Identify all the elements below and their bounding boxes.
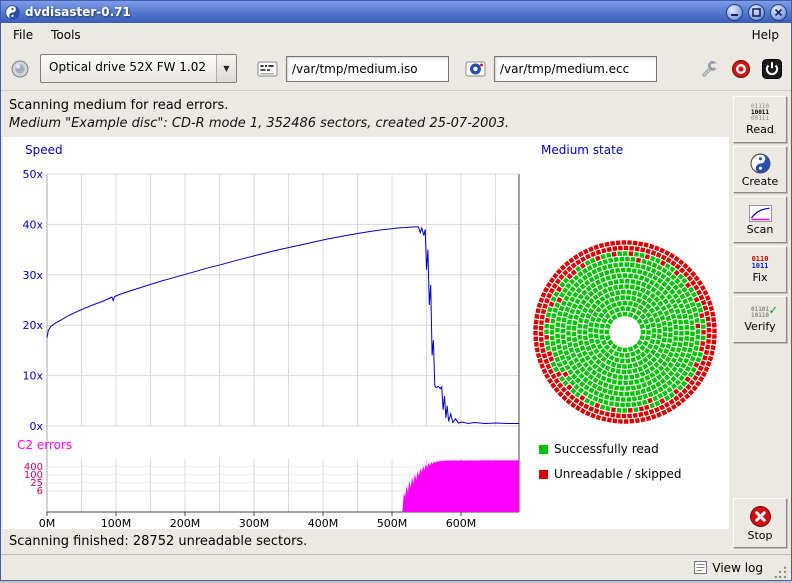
help-button[interactable]: [728, 56, 754, 82]
medium-state-disc: [533, 240, 716, 423]
stop-label: Stop: [747, 530, 772, 541]
wrench-icon: [699, 59, 720, 79]
binary-check-icon: 01101 10110 ✓: [751, 307, 769, 319]
legend-swatch: [539, 445, 548, 454]
svg-text:0M: 0M: [39, 517, 56, 529]
svg-text:300M: 300M: [239, 517, 270, 529]
svg-text:Medium state: Medium state: [541, 143, 623, 157]
fix-label: Fix: [752, 272, 767, 283]
colored-binary-icon: 0110 1011: [752, 256, 769, 270]
read-button[interactable]: 01110 10011 00111 Read: [733, 96, 787, 143]
scan-visualization-canvas: 0M 100M 200M 300M 400M 500M 600M 0x 10x 20x 30x 40x…: [3, 137, 729, 529]
lifesaver-icon: [731, 59, 751, 79]
svg-text:400: 400: [24, 462, 43, 473]
yinyang-icon: [750, 153, 771, 174]
action-sidebar: 01110 10011 00111 Read Create: [729, 91, 791, 554]
scan-result-text: Scanning finished: 28752 unreadable sect…: [1, 529, 729, 554]
svg-text:200M: 200M: [170, 517, 201, 529]
svg-text:50x: 50x: [22, 168, 43, 181]
c2-errors-area: [402, 460, 519, 512]
scan-button[interactable]: Scan: [733, 196, 787, 243]
svg-text:600M: 600M: [446, 517, 477, 529]
drive-status-icon: [7, 56, 33, 82]
log-icon: [694, 561, 707, 574]
create-label: Create: [742, 176, 779, 187]
window-title: dvdisaster-0.71: [25, 5, 721, 19]
fix-button[interactable]: 0110 1011 Fix: [733, 246, 787, 293]
ecc-path-input[interactable]: [494, 56, 657, 82]
resize-grip[interactable]: [774, 566, 788, 580]
check-icon: ✓: [769, 304, 777, 317]
quit-button[interactable]: [759, 56, 785, 82]
preferences-button[interactable]: [696, 56, 723, 82]
svg-text:Speed: Speed: [25, 143, 63, 157]
svg-text:0x: 0x: [29, 420, 43, 433]
menu-tools[interactable]: Tools: [42, 23, 90, 47]
minimize-button[interactable]: [726, 4, 743, 21]
toolbar: Optical drive 52X FW 1.02 ▼: [1, 47, 791, 91]
verify-button[interactable]: 01101 10110 ✓ Verify: [733, 296, 787, 343]
content-column: Scanning medium for read errors. Medium …: [1, 91, 729, 554]
create-button[interactable]: Create: [733, 146, 787, 193]
status-area: Scanning medium for read errors. Medium …: [1, 91, 729, 134]
menubar-spacer: [90, 23, 743, 47]
svg-text:20x: 20x: [22, 319, 43, 332]
view-log-label: View log: [712, 561, 763, 575]
svg-text:Successfully read: Successfully read: [554, 442, 659, 456]
svg-text:500M: 500M: [377, 517, 408, 529]
svg-text:10x: 10x: [22, 370, 43, 383]
status-line-2: Medium "Example disc": CD-R mode 1, 3524…: [9, 116, 721, 131]
iso-file-icon: [254, 56, 281, 82]
verify-label: Verify: [744, 321, 775, 332]
svg-text:40x: 40x: [22, 218, 43, 231]
ecc-file-icon: [462, 56, 489, 82]
menu-file[interactable]: File: [4, 23, 42, 47]
read-label: Read: [746, 124, 774, 135]
svg-text:100M: 100M: [101, 517, 132, 529]
view-log-button[interactable]: View log: [687, 558, 770, 578]
statusbar: View log: [1, 554, 791, 580]
app-window: dvdisaster-0.71 File Tools Help Optical …: [0, 0, 792, 581]
svg-text:400M: 400M: [308, 517, 339, 529]
drive-select[interactable]: Optical drive 52X FW 1.02 ▼: [40, 54, 237, 83]
power-icon: [762, 59, 782, 79]
svg-text:Unreadable / skipped: Unreadable / skipped: [554, 467, 682, 481]
menubar: File Tools Help: [1, 23, 791, 47]
main-area: Scanning medium for read errors. Medium …: [1, 91, 791, 554]
maximize-button[interactable]: [748, 4, 765, 21]
stop-button[interactable]: Stop: [733, 498, 787, 548]
titlebar[interactable]: dvdisaster-0.71: [1, 1, 791, 23]
chevron-down-icon: ▼: [216, 55, 236, 82]
binary-icon: 01110 10011 00111: [751, 104, 769, 122]
svg-text:C2 errors: C2 errors: [17, 438, 72, 452]
close-button[interactable]: [770, 4, 787, 21]
stop-icon: [749, 505, 772, 528]
drive-select-value: Optical drive 52X FW 1.02: [41, 55, 216, 82]
legend-swatch: [539, 470, 548, 479]
mini-chart-icon: [749, 205, 772, 222]
menu-help[interactable]: Help: [743, 23, 788, 47]
status-line-1: Scanning medium for read errors.: [9, 98, 721, 113]
scan-label: Scan: [747, 224, 774, 235]
iso-path-input[interactable]: [286, 56, 449, 82]
app-icon: [5, 5, 20, 20]
svg-text:30x: 30x: [22, 269, 43, 282]
